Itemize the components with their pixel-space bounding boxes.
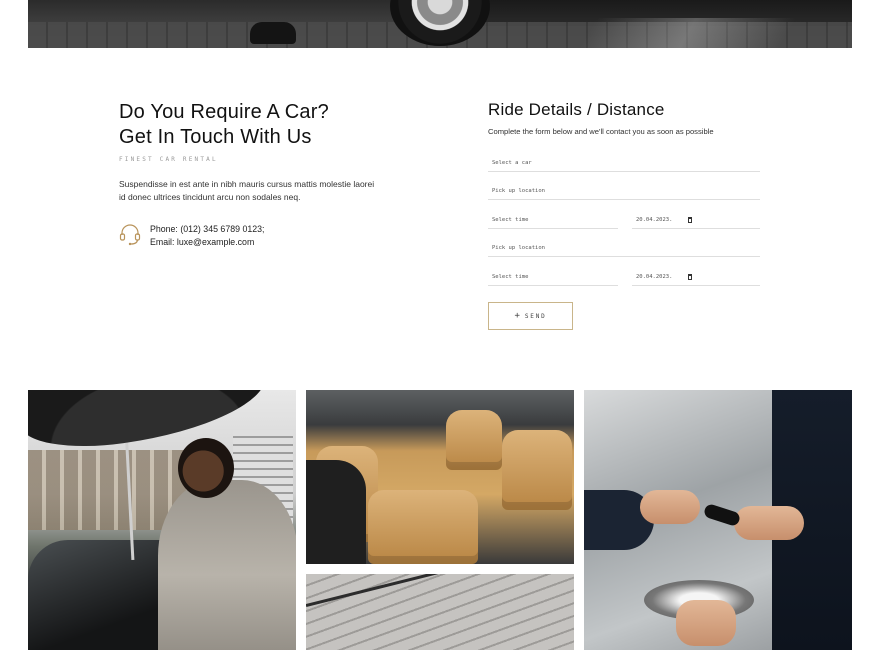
- date-value-2: 20.04.2023.: [636, 274, 673, 280]
- gallery-image-keys: [584, 390, 852, 650]
- hand: [734, 506, 804, 540]
- date-field-2[interactable]: 20.04.2023.: [632, 270, 760, 286]
- pickup-location-field-2[interactable]: Pick up location: [488, 241, 760, 257]
- select-car-placeholder: Select a car: [492, 160, 532, 166]
- calendar-icon[interactable]: [688, 274, 692, 280]
- gallery-image-stairs: [306, 574, 574, 650]
- contact-lines: Phone: (012) 345 6789 0123; Email: luxe@…: [150, 222, 264, 249]
- car-key-icon: [702, 502, 742, 528]
- date-value-1: 20.04.2023.: [636, 217, 673, 223]
- railing: [306, 574, 574, 607]
- contact-description: Suspendisse in est ante in nibh mauris c…: [119, 179, 375, 202]
- gallery-image-umbrella: [28, 390, 296, 650]
- head: [178, 438, 234, 498]
- calendar-icon[interactable]: [688, 217, 692, 223]
- pickup-location-placeholder-2: Pick up location: [492, 245, 545, 251]
- car-door: [306, 460, 366, 564]
- select-time-placeholder-1: Select time: [492, 217, 529, 223]
- contact-heading-line-2: Get In Touch With Us: [119, 126, 312, 148]
- hand: [640, 490, 700, 524]
- send-button[interactable]: + SEND: [488, 302, 573, 330]
- contact-heading-line-1: Do You Require A Car?: [119, 101, 329, 123]
- eyebrow-label: Finest Car Rental: [119, 156, 218, 163]
- contact-email[interactable]: Email: luxe@example.com: [150, 236, 264, 249]
- shoe: [250, 22, 296, 44]
- headset-icon: [119, 224, 141, 246]
- seat: [502, 430, 572, 510]
- select-time-field-2[interactable]: Select time: [488, 270, 618, 286]
- pickup-location-placeholder-1: Pick up location: [492, 188, 545, 194]
- form-subtitle: Complete the form below and we'll contac…: [488, 127, 714, 136]
- contact-phone[interactable]: Phone: (012) 345 6789 0123;: [150, 223, 264, 236]
- hand: [676, 600, 736, 646]
- sun-reflection: [579, 18, 797, 48]
- hero-image: [28, 0, 852, 48]
- select-time-field-1[interactable]: Select time: [488, 213, 618, 229]
- form-title: Ride Details / Distance: [488, 100, 665, 119]
- contact-info: Phone: (012) 345 6789 0123; Email: luxe@…: [119, 222, 264, 249]
- gallery-image-seats: [306, 390, 574, 564]
- seat: [446, 410, 502, 470]
- man-in-suit: [158, 480, 296, 650]
- pickup-location-field-1[interactable]: Pick up location: [488, 184, 760, 200]
- contact-heading: Do You Require A Car? Get In Touch With …: [119, 100, 419, 150]
- send-label: SEND: [524, 312, 547, 320]
- select-car-field[interactable]: Select a car: [488, 156, 760, 172]
- plus-icon: +: [514, 311, 520, 321]
- select-time-placeholder-2: Select time: [492, 274, 529, 280]
- date-field-1[interactable]: 20.04.2023.: [632, 213, 760, 229]
- seat: [368, 490, 478, 564]
